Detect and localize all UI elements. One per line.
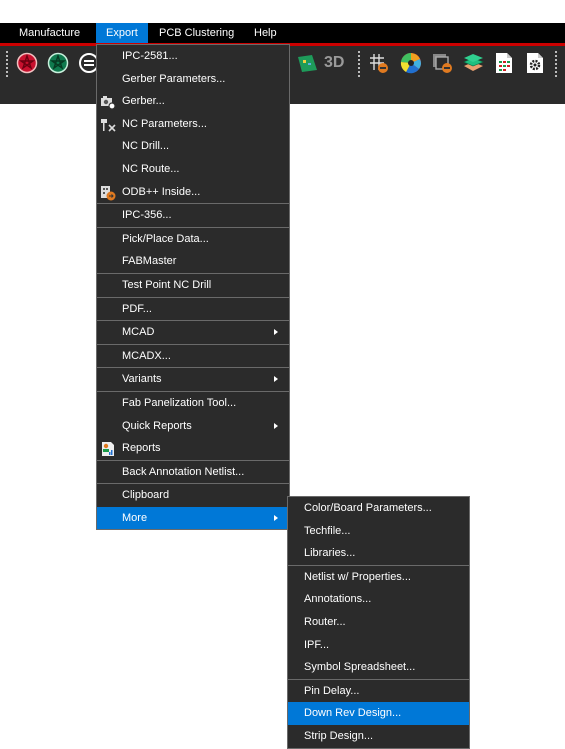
menu-item-fabmaster[interactable]: FABMaster [97, 250, 289, 273]
menu-item-label: Strip Design... [304, 729, 374, 742]
menu-item-label: Netlist w/ Properties... [304, 570, 411, 583]
menu-item-label: Libraries... [304, 547, 356, 560]
menu-item-pdf[interactable]: PDF... [97, 296, 289, 321]
drc-red-icon[interactable] [16, 52, 38, 74]
camera-gear-icon [101, 96, 116, 110]
export-menu: IPC-2581... Gerber Parameters... Gerber.… [96, 44, 290, 531]
menu-item-gerber[interactable]: Gerber... [97, 90, 289, 113]
menu-item-label: Pin Delay... [304, 684, 360, 697]
menu-item-label: Test Point NC Drill [122, 278, 212, 291]
board-view-icon[interactable] [296, 52, 318, 74]
menu-item-label: NC Drill... [122, 140, 170, 153]
toolbar-grip-handle[interactable] [6, 51, 8, 77]
menu-item-nc-parameters[interactable]: NC Parameters... [97, 113, 289, 136]
menu-item-clipboard[interactable]: Clipboard [97, 483, 289, 507]
menu-item-label: NC Parameters... [122, 117, 207, 130]
menu-item-label: Down Rev Design... [304, 707, 402, 720]
menu-item-label: Reports [122, 442, 161, 455]
color-wheel-icon[interactable] [400, 52, 422, 74]
menu-item-nc-route[interactable]: NC Route... [97, 158, 289, 181]
window-toggle-icon[interactable] [431, 52, 453, 74]
submenu-arrow-icon [274, 376, 278, 383]
menu-item-down-rev-design[interactable]: Down Rev Design... [288, 702, 469, 725]
menu-item-color-board-parameters[interactable]: Color/Board Parameters... [288, 497, 469, 520]
menu-manufacture[interactable]: Manufacture [9, 23, 90, 43]
menu-item-label: Variants [122, 373, 162, 386]
menu-item-mcadx[interactable]: MCADX... [97, 343, 289, 368]
menu-item-odb-inside[interactable]: ODB++ Inside... [97, 181, 289, 204]
menu-item-quick-reports[interactable]: Quick Reports [97, 415, 289, 438]
menu-item-nc-drill[interactable]: NC Drill... [97, 135, 289, 158]
menu-item-label: IPC-356... [122, 209, 172, 222]
menu-item-netlist-with-properties[interactable]: Netlist w/ Properties... [288, 564, 469, 589]
menu-item-reports[interactable]: Reports [97, 437, 289, 460]
settings-file-icon[interactable] [524, 52, 546, 74]
more-submenu: Color/Board Parameters... Techfile... Li… [287, 496, 470, 749]
menu-item-libraries[interactable]: Libraries... [288, 542, 469, 565]
menu-item-symbol-spreadsheet[interactable]: Symbol Spreadsheet... [288, 656, 469, 679]
menu-help[interactable]: Help [244, 23, 287, 43]
menu-item-more[interactable]: More [97, 506, 289, 530]
menu-item-ipf[interactable]: IPF... [288, 634, 469, 657]
spreadsheet-report-icon[interactable] [493, 52, 515, 74]
menu-item-gerber-parameters[interactable]: Gerber Parameters... [97, 68, 289, 91]
menu-item-pick-place-data[interactable]: Pick/Place Data... [97, 226, 289, 251]
menu-item-label: Quick Reports [122, 419, 192, 432]
menu-item-label: Back Annotation Netlist... [122, 465, 245, 478]
menu-item-back-annotation-netlist[interactable]: Back Annotation Netlist... [97, 459, 289, 484]
menu-item-annotations[interactable]: Annotations... [288, 588, 469, 611]
menu-item-test-point-nc-drill[interactable]: Test Point NC Drill [97, 272, 289, 297]
menu-item-label: More [122, 511, 148, 524]
menu-item-label: Clipboard [122, 489, 170, 502]
menu-item-label: FABMaster [122, 255, 177, 268]
menu-item-label: Techfile... [304, 524, 351, 537]
menu-bar: Manufacture Export PCB Clustering Help [0, 23, 565, 43]
menu-item-label: Color/Board Parameters... [304, 502, 432, 514]
menu-export[interactable]: Export [96, 23, 148, 43]
menu-item-variants[interactable]: Variants [97, 367, 289, 391]
menu-item-label: Pick/Place Data... [122, 232, 209, 245]
menu-item-mcad[interactable]: MCAD [97, 320, 289, 344]
menu-item-label: MCAD [122, 326, 155, 339]
toolbar-grip-handle-3[interactable] [555, 51, 557, 77]
3d-view-icon[interactable]: 3D [324, 52, 350, 74]
menu-item-label: Gerber Parameters... [122, 72, 226, 85]
toolbar-grip-handle-2[interactable] [358, 51, 360, 77]
menu-item-ipc-356[interactable]: IPC-356... [97, 203, 289, 227]
submenu-arrow-icon [274, 329, 278, 336]
menu-item-label: Fab Panelization Tool... [122, 396, 237, 409]
grid-toggle-icon[interactable] [368, 52, 390, 74]
menu-item-label: MCADX... [122, 349, 171, 362]
menu-item-ipc-2581[interactable]: IPC-2581... [97, 45, 289, 68]
menu-item-label: Router... [304, 615, 346, 628]
menu-item-label: ODB++ Inside... [122, 185, 201, 198]
odb-export-icon [101, 185, 116, 201]
drill-tools-icon [101, 118, 116, 132]
submenu-arrow-icon [274, 514, 278, 521]
menu-pcb-clustering[interactable]: PCB Clustering [149, 23, 244, 43]
menu-item-label: IPF... [304, 638, 330, 651]
menu-item-label: PDF... [122, 302, 152, 315]
menu-item-fab-panelization-tool[interactable]: Fab Panelization Tool... [97, 390, 289, 415]
menu-item-label: NC Route... [122, 162, 180, 175]
menu-item-label: IPC-2581... [122, 50, 178, 62]
menu-item-pin-delay[interactable]: Pin Delay... [288, 678, 469, 703]
menu-item-label: Symbol Spreadsheet... [304, 661, 416, 674]
layers-icon[interactable] [462, 52, 484, 74]
menu-item-label: Annotations... [304, 593, 372, 606]
drc-green-icon[interactable] [47, 52, 69, 74]
submenu-arrow-icon [274, 422, 278, 429]
menu-item-techfile[interactable]: Techfile... [288, 520, 469, 543]
menu-item-router[interactable]: Router... [288, 611, 469, 634]
reports-icon [102, 442, 114, 457]
menu-item-strip-design[interactable]: Strip Design... [288, 725, 469, 748]
menu-item-label: Gerber... [122, 95, 165, 108]
